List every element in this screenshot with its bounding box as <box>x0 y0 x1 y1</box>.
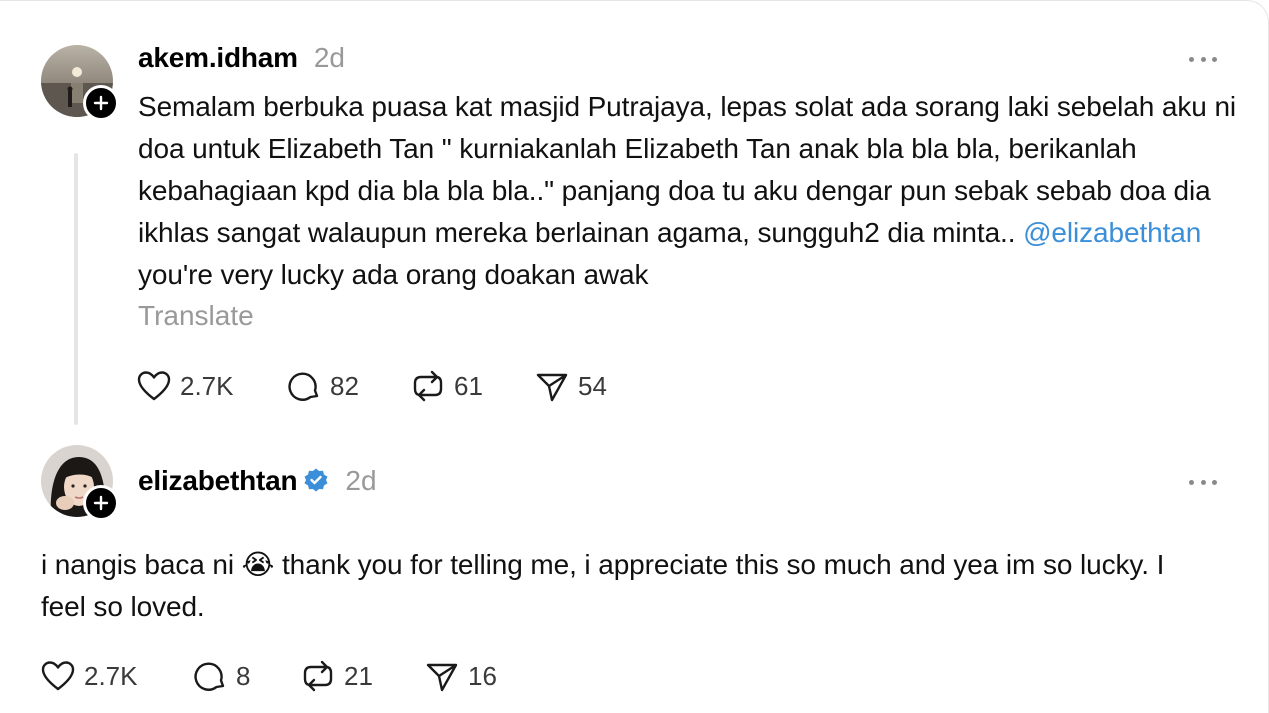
more-options-button[interactable] <box>1183 470 1223 494</box>
reply-button[interactable]: 82 <box>286 368 410 404</box>
post-text-part: you're very lucky ada orang doakan awak <box>138 259 649 290</box>
dot-icon <box>1189 56 1194 62</box>
loudly-crying-emoji: 😭 <box>241 549 275 580</box>
dot-icon <box>1189 479 1194 485</box>
plus-icon <box>93 95 109 111</box>
share-button[interactable]: 54 <box>534 368 654 404</box>
heart-icon <box>137 371 171 401</box>
repost-button[interactable]: 21 <box>300 658 424 694</box>
verified-badge-icon <box>304 468 328 492</box>
thread-connector-line <box>74 153 78 425</box>
share-count: 16 <box>468 660 497 691</box>
like-count: 2.7K <box>84 660 138 691</box>
repost-icon <box>303 660 333 692</box>
repost-count: 21 <box>344 660 373 691</box>
post-text: Semalam berbuka puasa kat masjid Putraja… <box>138 86 1238 296</box>
timestamp[interactable]: 2d <box>345 465 376 497</box>
mention-link[interactable]: @elizabethtan <box>1023 217 1201 248</box>
dot-icon <box>1200 56 1206 62</box>
more-options-button[interactable] <box>1183 47 1223 71</box>
follow-button[interactable] <box>83 85 119 121</box>
username[interactable]: elizabethtan <box>138 465 329 497</box>
threads-conversation: akem.idham 2d Semalam berbuka puasa kat … <box>0 0 1269 713</box>
comment-icon <box>288 372 319 401</box>
post-header: akem.idham 2d <box>138 42 345 76</box>
repost-count: 61 <box>454 370 483 401</box>
reply-count: 82 <box>330 370 359 401</box>
like-button[interactable]: 2.7K <box>40 658 192 694</box>
username[interactable]: akem.idham <box>138 42 298 74</box>
dot-icon <box>1212 56 1217 62</box>
translate-link[interactable]: Translate <box>138 300 254 332</box>
like-button[interactable]: 2.7K <box>136 368 286 404</box>
dot-icon <box>1212 479 1217 485</box>
dot-icon <box>1200 479 1206 485</box>
comment-icon <box>194 662 225 691</box>
like-count: 2.7K <box>180 370 234 401</box>
post-text-part: i nangis baca ni <box>41 549 242 580</box>
reply-count: 8 <box>236 660 251 691</box>
repost-icon <box>413 370 443 402</box>
action-bar: 2.7K 82 61 54 <box>136 366 654 406</box>
timestamp[interactable]: 2d <box>314 42 345 74</box>
send-icon <box>536 373 568 402</box>
reply-button[interactable]: 8 <box>192 658 300 694</box>
repost-button[interactable]: 61 <box>410 368 534 404</box>
post-text: i nangis baca ni 😭 thank you for telling… <box>41 544 1211 628</box>
action-bar: 2.7K 8 21 16 <box>40 656 544 696</box>
send-icon <box>426 663 458 692</box>
follow-button[interactable] <box>83 485 119 521</box>
plus-icon <box>93 495 109 511</box>
share-button[interactable]: 16 <box>424 658 544 694</box>
share-count: 54 <box>578 370 607 401</box>
heart-icon <box>41 661 75 691</box>
post-header: elizabethtan 2d <box>138 465 377 499</box>
username-text: elizabethtan <box>138 465 298 496</box>
